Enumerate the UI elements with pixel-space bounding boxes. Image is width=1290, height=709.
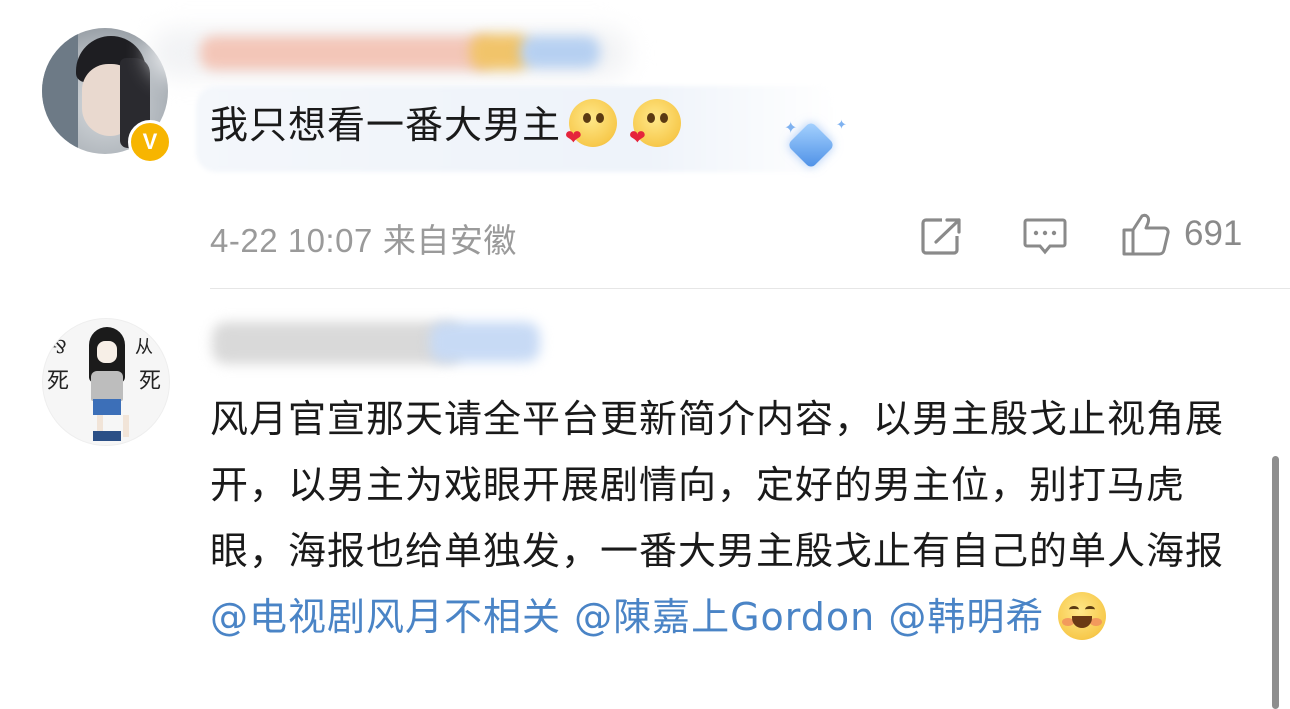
avatar-girl-face bbox=[97, 341, 117, 363]
avatar-doodle: 从 bbox=[135, 337, 153, 358]
thumbs-up-icon[interactable] bbox=[1120, 212, 1172, 256]
mention-link[interactable]: @韩明希 bbox=[888, 595, 1044, 639]
shy-heart-emoji-icon: ❤ bbox=[629, 98, 682, 147]
sparkle-icon: ✦ bbox=[836, 118, 847, 133]
avatar-glyph: 死 bbox=[139, 369, 162, 394]
scrollbar[interactable] bbox=[1272, 456, 1279, 709]
avatar-girl-boots bbox=[93, 431, 121, 441]
comment-text: 我只想看一番大男主 bbox=[210, 103, 562, 147]
comment-body: 我只想看一番大男主 ❤ ❤ bbox=[210, 92, 682, 158]
mention-link[interactable]: @陳嘉上Gordon bbox=[574, 595, 875, 639]
blurred-username-tag bbox=[430, 322, 540, 362]
avatar-girl-shirt bbox=[91, 371, 123, 401]
shy-heart-emoji-icon: ❤ bbox=[565, 98, 618, 147]
verified-badge: V bbox=[128, 120, 172, 164]
sparkle-icon: ✦ bbox=[784, 118, 798, 137]
blurred-username[interactable] bbox=[200, 36, 490, 70]
avatar-glyph: 死 bbox=[47, 369, 70, 394]
avatar-background bbox=[42, 28, 78, 154]
comment-icon[interactable] bbox=[1022, 216, 1068, 256]
mention-link[interactable]: @电视剧风月不相关 bbox=[210, 595, 561, 639]
avatar-girl-shorts bbox=[93, 399, 121, 415]
comment-meta: 4-22 10:07 来自安徽 bbox=[210, 214, 517, 262]
avatar-doodle: ⅋ bbox=[51, 337, 68, 358]
comment-date: 4-22 10:07 bbox=[210, 222, 373, 259]
like-count: 691 bbox=[1184, 214, 1243, 253]
blurred-username-tag bbox=[520, 36, 600, 68]
user-avatar[interactable]: ⅋ 死 从 死 bbox=[42, 318, 170, 446]
share-icon[interactable] bbox=[920, 216, 964, 256]
comment-location: 来自安徽 bbox=[382, 221, 517, 260]
weibo-comment-list: V ✦ ✦ 我只想看一番大男主 ❤ ❤ 4-22 10:07 来自安徽 691 ⅋ 死… bbox=[0, 0, 1290, 709]
blurred-username[interactable] bbox=[212, 322, 462, 364]
comment-text: 风月官宣那天请全平台更新简介内容，以男主殷戈止视角展开，以男主为戏眼开展剧情向，… bbox=[210, 397, 1225, 573]
grin-emoji-icon bbox=[1058, 591, 1107, 640]
comment-body: 风月官宣那天请全平台更新简介内容，以男主殷戈止视角展开，以男主为戏眼开展剧情向，… bbox=[210, 386, 1250, 650]
comment-divider bbox=[210, 288, 1290, 289]
